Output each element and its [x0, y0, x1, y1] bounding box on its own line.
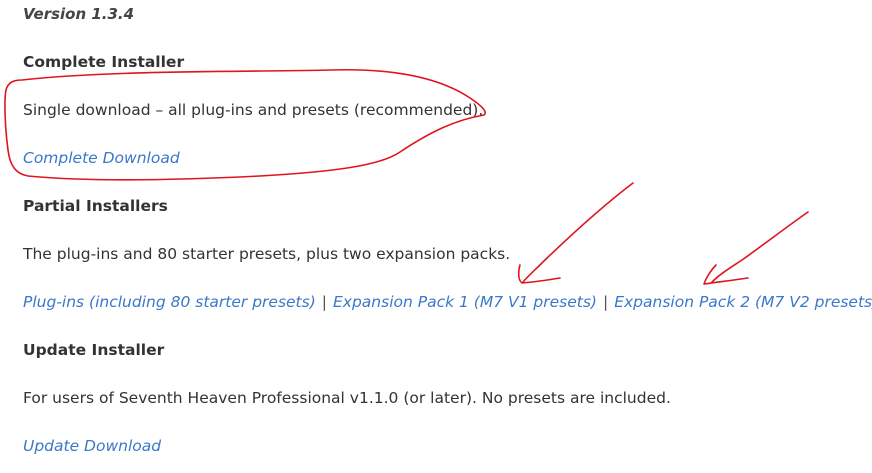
- plugins-download-link[interactable]: Plug-ins (including 80 starter presets): [23, 293, 316, 311]
- annotation-arrow-2: [711, 211, 809, 283]
- link-separator: |: [602, 293, 609, 311]
- link-separator: |: [321, 293, 327, 311]
- update-installer-description: For users of Seventh Heaven Professional…: [23, 389, 671, 407]
- complete-installer-description: Single download – all plug-ins and prese…: [23, 101, 484, 119]
- expansion-pack-1-link[interactable]: Expansion Pack 1 (M7 V1 presets): [333, 293, 597, 311]
- update-installer-heading: Update Installer: [23, 341, 165, 359]
- partial-installers-heading: Partial Installers: [23, 197, 168, 215]
- update-download-link[interactable]: Update Download: [23, 437, 161, 455]
- complete-download-link[interactable]: Complete Download: [23, 149, 180, 167]
- complete-installer-heading: Complete Installer: [23, 53, 185, 71]
- annotation-arrow-2-head: [703, 264, 749, 285]
- expansion-pack-2-link[interactable]: Expansion Pack 2 (M7 V2 presets): [614, 293, 872, 311]
- partial-installers-links: Plug-ins (including 80 starter presets) |…: [23, 292, 872, 312]
- partial-installers-description: The plug-ins and 80 starter presets, plu…: [23, 245, 511, 263]
- version-label: Version 1.3.4: [23, 5, 135, 23]
- annotation-arrow-1: [522, 182, 634, 283]
- annotation-arrow-1-head: [517, 264, 561, 284]
